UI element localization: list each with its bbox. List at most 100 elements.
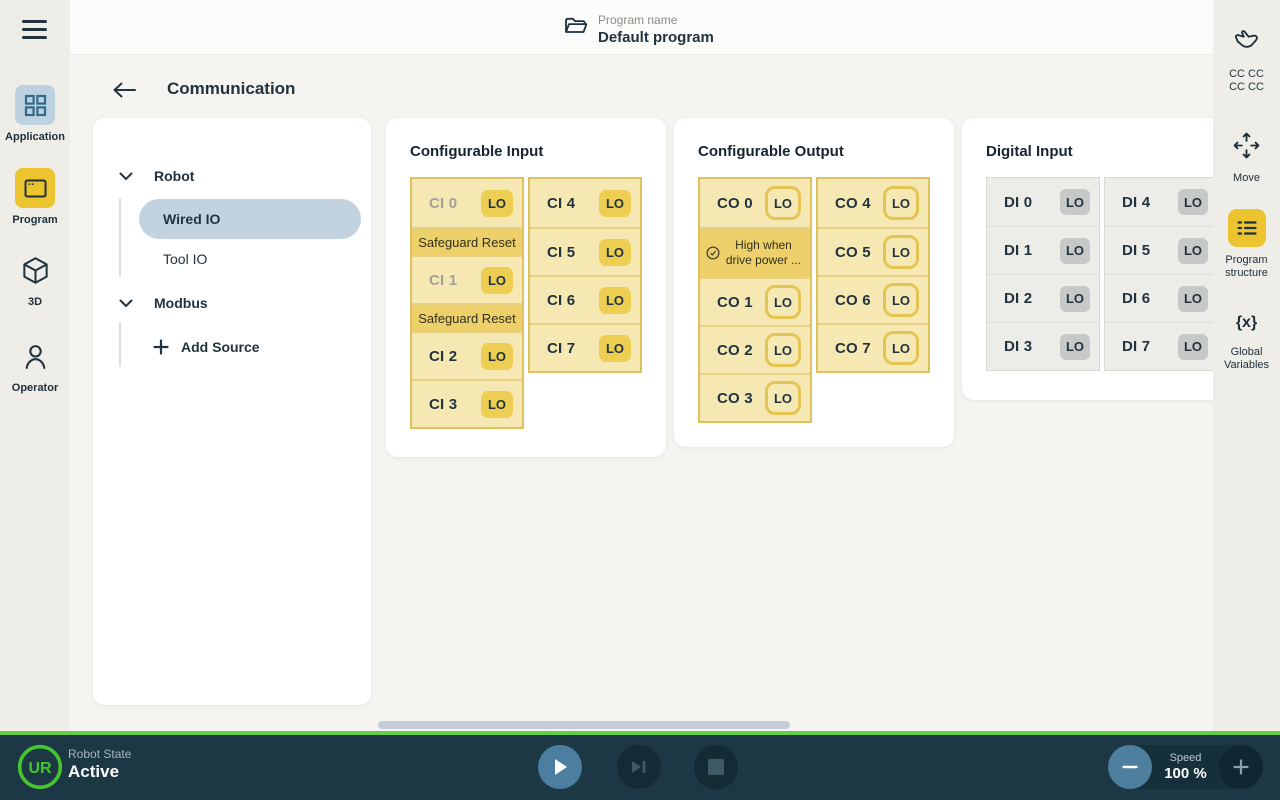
io-cell-co7: CO 7LO — [818, 323, 928, 371]
io-state-badge[interactable]: LO — [883, 283, 919, 317]
freedrive-hand-icon — [1233, 28, 1261, 52]
io-cell-ci1: CI 1LO — [412, 255, 522, 303]
io-cell-co2: CO 2 LO — [700, 325, 810, 373]
io-cell-di4: DI 4LO — [1105, 178, 1213, 226]
application-grid-icon — [15, 85, 55, 125]
io-state-badge[interactable]: LO — [765, 381, 801, 415]
io-state-badge: LO — [599, 239, 631, 266]
io-label: CI 3 — [429, 396, 457, 413]
io-cell-di6: DI 6LO — [1105, 274, 1213, 322]
sidebar-item-freedrive[interactable]: CC CC CC CC — [1213, 28, 1280, 94]
tree-item-wired-io[interactable]: Wired IO — [139, 199, 361, 239]
operator-person-icon — [15, 336, 55, 376]
io-source-tree-panel: Robot Wired IO Tool IO Modbus Add Source — [93, 118, 371, 705]
io-label: DI 4 — [1122, 194, 1150, 211]
speed-decrease-button[interactable] — [1108, 745, 1152, 789]
io-label: CO 6 — [835, 292, 871, 309]
sidebar-item-program-structure[interactable]: Program structure — [1213, 209, 1280, 280]
io-note-text: Safeguard Reset — [418, 235, 516, 250]
io-label: CI 0 — [429, 195, 457, 212]
play-button[interactable] — [538, 745, 582, 789]
io-column: CO 0LOHigh when drive power ...CO 1LOCO … — [698, 177, 812, 423]
io-state-badge[interactable]: LO — [765, 186, 801, 220]
tree-group-modbus[interactable]: Modbus — [93, 291, 371, 315]
io-column: CI 0LOSafeguard ResetCI 1LOSafeguard Res… — [410, 177, 524, 429]
io-column: DI 0LODI 1LODI 2LODI 3LO — [986, 177, 1100, 371]
io-state-badge: LO — [481, 391, 513, 418]
io-state-badge[interactable]: LO — [765, 285, 801, 319]
io-cell-ci0: CI 0LO — [412, 179, 522, 227]
program-name-value: Default program — [598, 29, 714, 46]
skip-forward-button[interactable] — [617, 745, 661, 789]
badge-check-icon — [705, 245, 721, 261]
tree-item-tool-io[interactable]: Tool IO — [93, 247, 371, 271]
io-label: CO 0 — [717, 195, 753, 212]
svg-text:UR: UR — [28, 760, 52, 777]
program-window-icon — [15, 168, 55, 208]
back-button[interactable] — [112, 78, 142, 102]
io-cell-co6: CO 6 LO — [818, 275, 928, 323]
sidebar-item-operator[interactable]: Operator — [0, 336, 70, 394]
cube-3d-icon — [15, 250, 55, 290]
io-state-badge[interactable]: LO — [883, 186, 919, 220]
io-label: CO 2 — [717, 342, 753, 359]
sidebar-item-global-variables[interactable]: {x} Global Variables — [1213, 314, 1280, 372]
io-state-badge: LO — [599, 287, 631, 314]
io-label: DI 2 — [1004, 290, 1032, 307]
right-sidebar: CC CC CC CC Move Program structure — [1213, 0, 1280, 731]
configurable-output-card: Configurable Output CO 0LOHigh when driv… — [674, 118, 954, 447]
speed-label: Speed — [1170, 752, 1202, 764]
program-selector[interactable]: Program name Default program — [564, 13, 714, 46]
io-state-badge[interactable]: LO — [883, 331, 919, 365]
io-cell-ci5: CI 5 LO — [530, 227, 640, 275]
add-source-button[interactable]: Add Source — [93, 335, 371, 359]
io-cell-co5: CO 5 LO — [818, 227, 928, 275]
tree-group-robot[interactable]: Robot — [93, 164, 371, 188]
io-note: Safeguard Reset — [412, 227, 522, 255]
card-title: Digital Input — [986, 143, 1073, 160]
program-structure-list-icon — [1228, 209, 1266, 247]
io-state-badge: LO — [599, 190, 631, 217]
io-cell-co1: CO 1LO — [700, 277, 810, 325]
io-cell-di5: DI 5LO — [1105, 226, 1213, 274]
ur-logo: UR — [17, 744, 63, 795]
sidebar-item-label: Program structure — [1217, 254, 1277, 280]
horizontal-scrollbar[interactable] — [378, 721, 790, 729]
io-state-badge[interactable]: LO — [883, 235, 919, 269]
io-state-badge: LO — [1060, 238, 1090, 264]
io-state-badge: LO — [1178, 334, 1208, 360]
io-cell-ci6: CI 6LO — [530, 275, 640, 323]
sidebar-item-application[interactable]: Application — [0, 85, 70, 143]
io-state-badge: LO — [1178, 238, 1208, 264]
plus-icon — [1232, 758, 1250, 776]
sidebar-item-label: Application — [5, 131, 65, 143]
sidebar-item-program[interactable]: Program — [0, 168, 70, 226]
robot-state-label: Robot State — [68, 747, 131, 761]
braces-x-icon: {x} — [1236, 314, 1257, 332]
folder-open-icon — [564, 16, 588, 37]
sidebar-item-move[interactable]: Move — [1213, 132, 1280, 185]
io-label: CO 5 — [835, 244, 871, 261]
hamburger-menu-icon[interactable] — [22, 20, 47, 39]
program-name-label: Program name — [598, 13, 714, 27]
sidebar-item-3d[interactable]: 3D — [0, 250, 70, 308]
io-label: CI 4 — [547, 195, 575, 212]
io-cell-di3: DI 3LO — [987, 322, 1099, 370]
io-label: CO 4 — [835, 195, 871, 212]
stop-icon — [708, 759, 724, 775]
chevron-down-icon — [119, 299, 133, 308]
io-cell-co4: CO 4 LO — [818, 179, 928, 227]
top-bar: Program name Default program — [70, 0, 1213, 55]
io-state-badge: LO — [1178, 286, 1208, 312]
card-title: Configurable Output — [698, 143, 844, 160]
io-label: CI 1 — [429, 272, 457, 289]
minus-icon — [1121, 758, 1139, 776]
io-label: CI 5 — [547, 244, 575, 261]
io-state-badge: LO — [1060, 189, 1090, 215]
io-cell-di0: DI 0LO — [987, 178, 1099, 226]
stop-button[interactable] — [694, 745, 738, 789]
speed-increase-button[interactable] — [1219, 745, 1263, 789]
io-note: Safeguard Reset — [412, 303, 522, 331]
io-state-badge[interactable]: LO — [765, 333, 801, 367]
io-label: DI 7 — [1122, 338, 1150, 355]
